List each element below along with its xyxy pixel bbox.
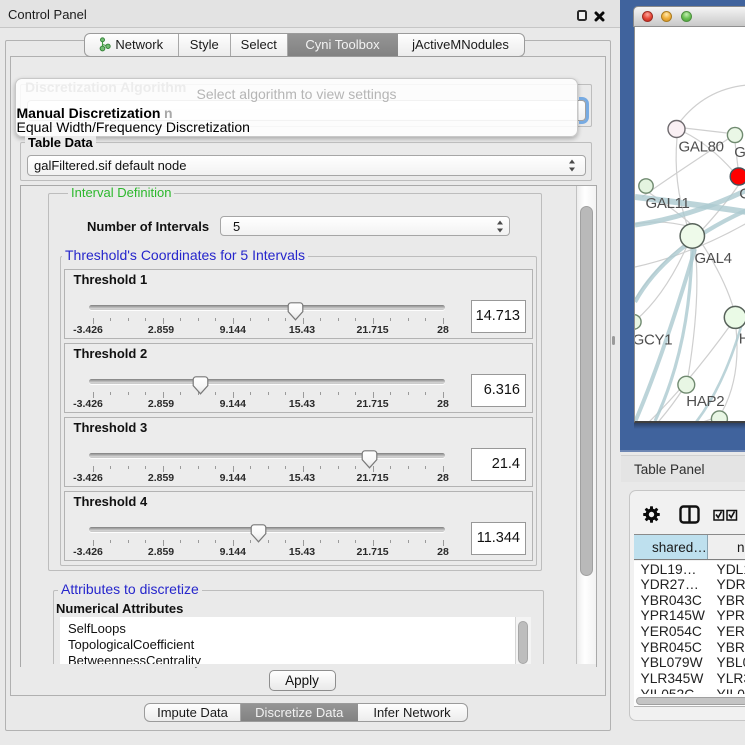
svg-text:HAP2: HAP2 xyxy=(686,393,724,410)
svg-text:GAL4: GAL4 xyxy=(694,250,731,267)
svg-text:HAP1: HAP1 xyxy=(738,331,745,348)
svg-text:GAL11: GAL11 xyxy=(645,195,689,212)
svg-text:GAL80: GAL80 xyxy=(678,139,723,156)
svg-text:GAL1: GAL1 xyxy=(734,144,745,161)
svg-text:GCY1: GCY1 xyxy=(635,332,672,349)
svg-text:CYC1: CYC1 xyxy=(739,186,745,203)
